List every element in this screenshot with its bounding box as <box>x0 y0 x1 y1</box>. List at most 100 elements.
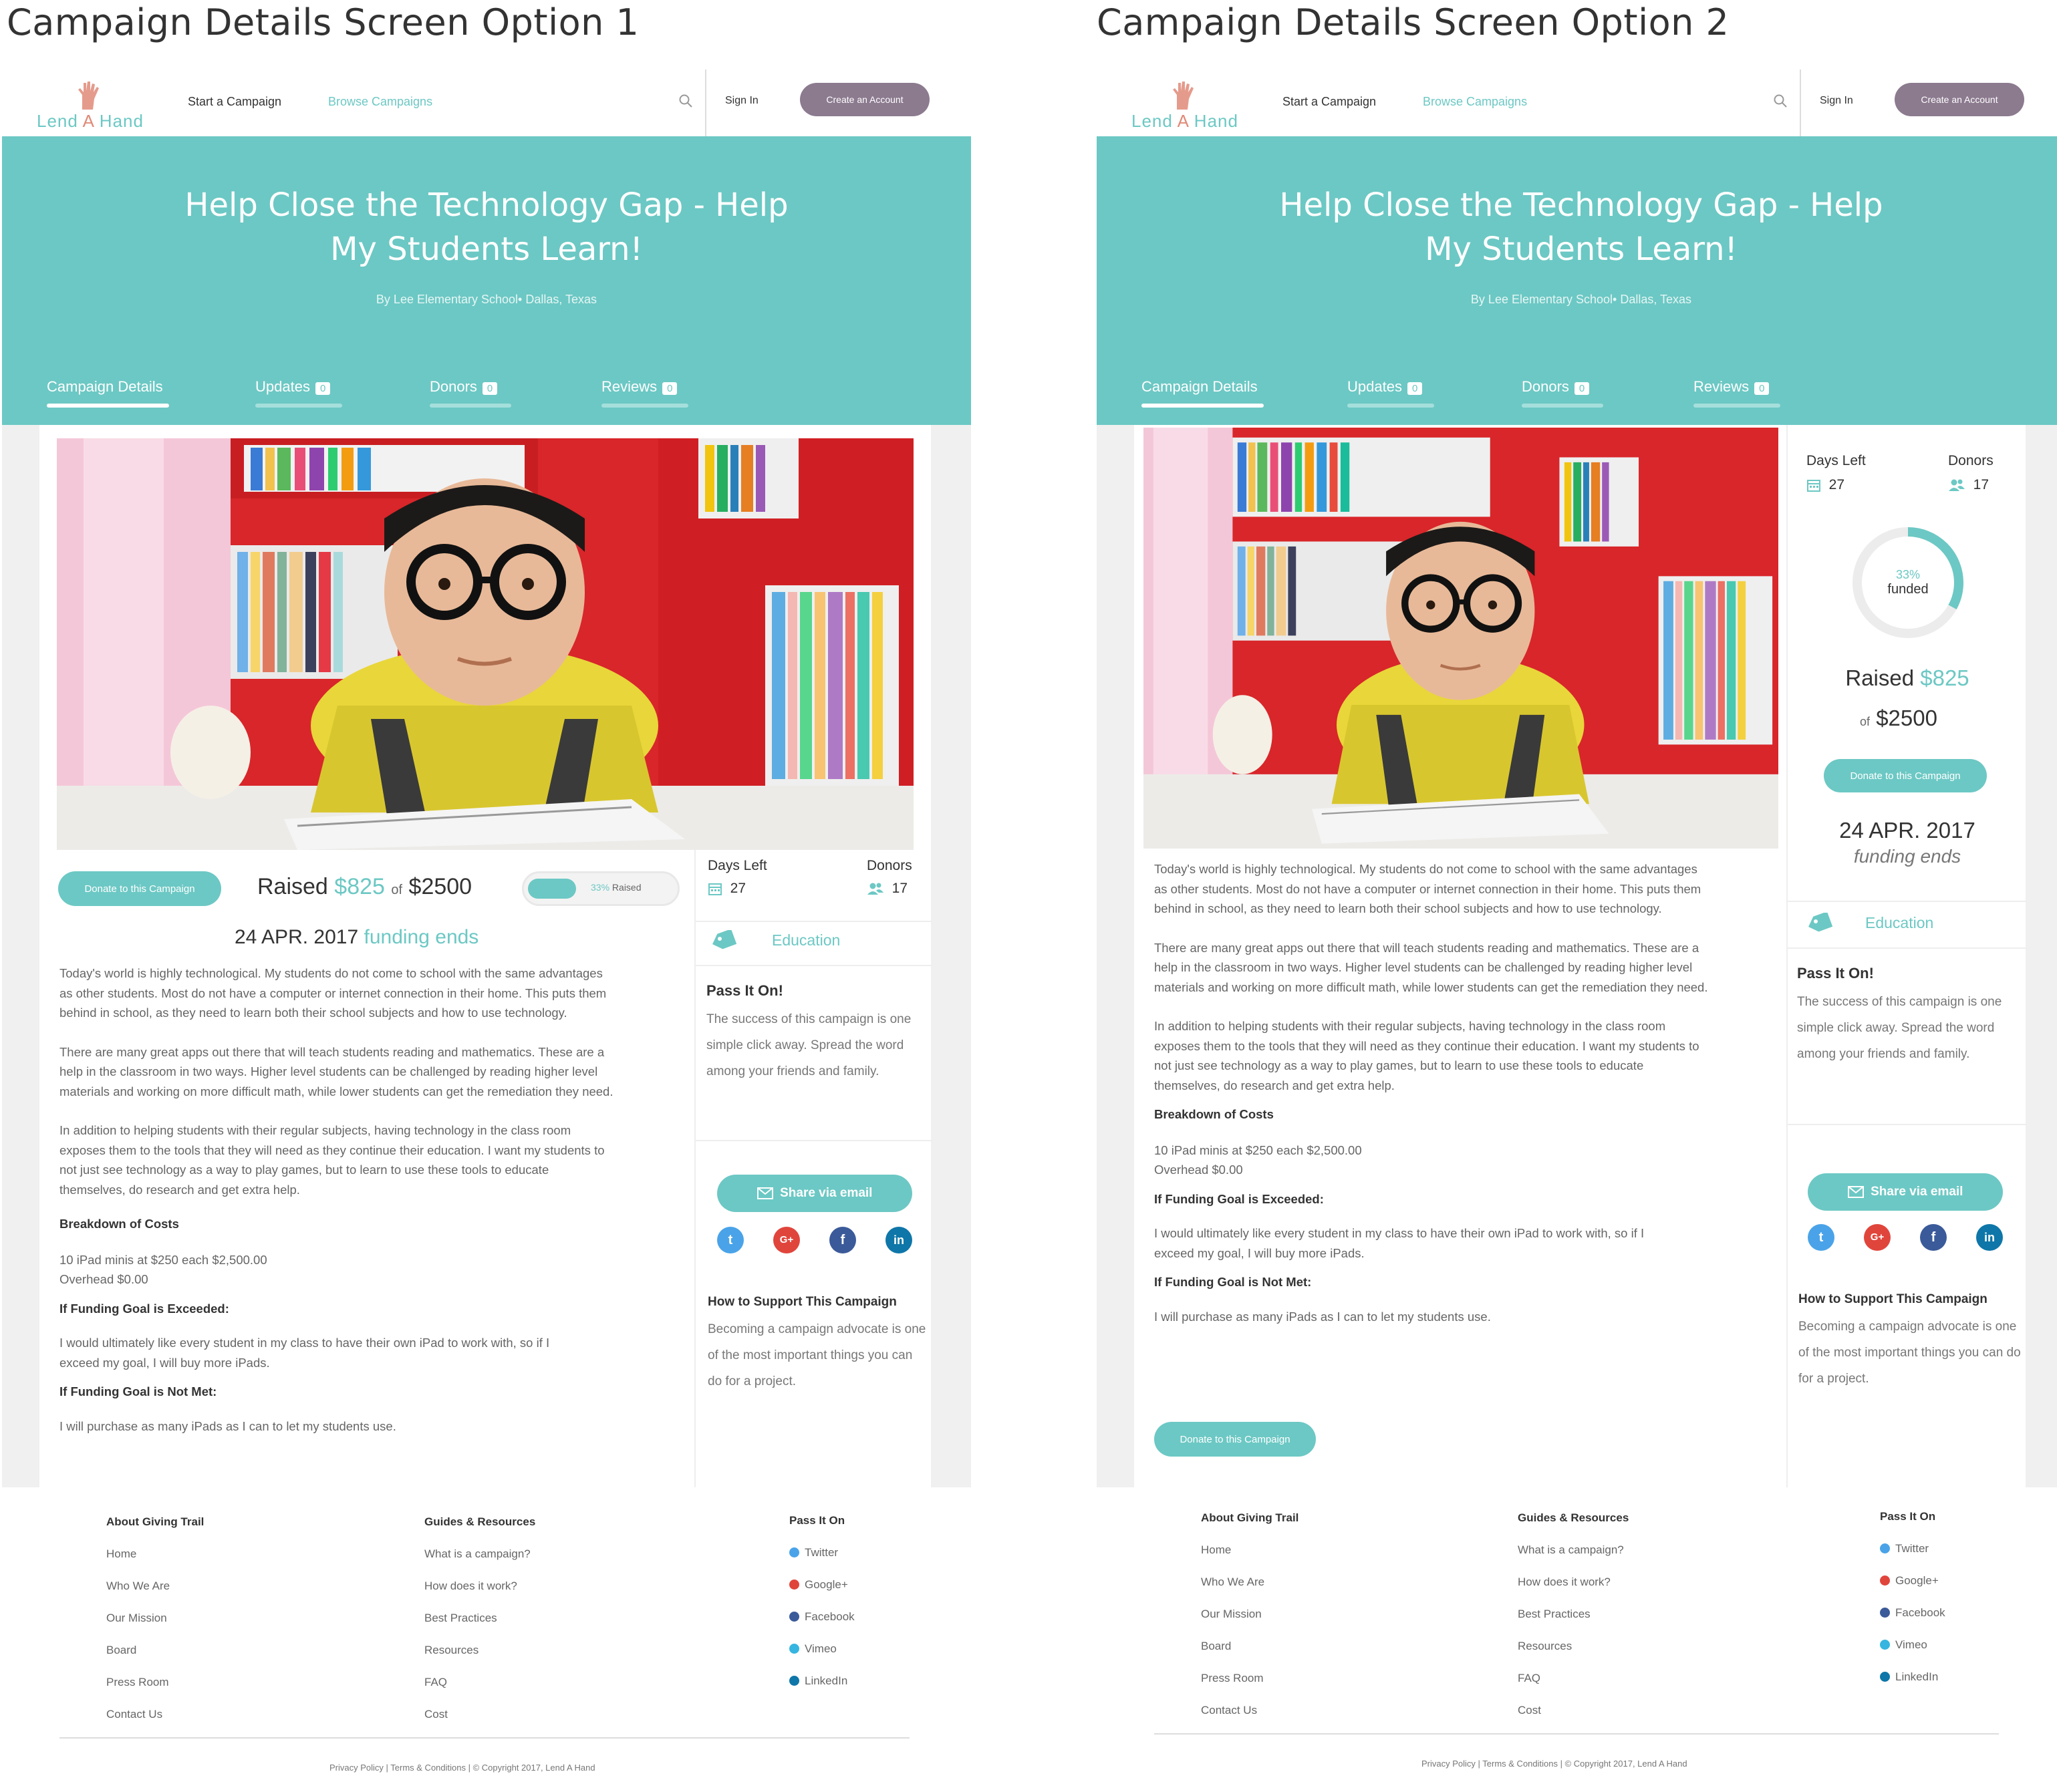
tab-count-badge: 0 <box>315 382 331 395</box>
footer-link[interactable]: FAQ <box>424 1676 535 1689</box>
donate-button[interactable]: Donate to this Campaign <box>58 871 221 906</box>
footer-link[interactable]: Home <box>1201 1543 1298 1557</box>
footer-link[interactable]: Best Practices <box>1518 1608 1629 1621</box>
footer-social-link[interactable]: LinkedIn <box>1880 1670 1945 1684</box>
share-email-button[interactable]: Share via email <box>1808 1173 2003 1211</box>
tab-updates[interactable]: Updates 0 <box>1347 378 1423 401</box>
footer-link[interactable]: Contact Us <box>1201 1704 1298 1717</box>
logo-text-hand: Hand <box>1194 111 1238 131</box>
envelope-icon <box>757 1187 773 1199</box>
tab-updates[interactable]: Updates 0 <box>255 378 331 401</box>
footer-link[interactable]: Who We Are <box>106 1580 204 1593</box>
footer-link[interactable]: What is a campaign? <box>1518 1543 1629 1557</box>
donate-button-bottom[interactable]: Donate to this Campaign <box>1154 1422 1316 1457</box>
footer-link[interactable]: Resources <box>424 1644 535 1657</box>
campaign-byline: By Lee Elementary School• Dallas, Texas <box>1470 293 1692 306</box>
site-header: Lend A Hand Start a Campaign Browse Camp… <box>1097 64 2057 136</box>
tab-reviews[interactable]: Reviews 0 <box>1693 378 1770 401</box>
footer-link[interactable]: Best Practices <box>424 1612 535 1625</box>
funded-percent: 33% <box>1895 568 1921 581</box>
twitter-icon[interactable]: t <box>717 1227 744 1253</box>
footer-link[interactable]: Home <box>106 1547 204 1561</box>
footer-social-link[interactable]: Facebook <box>789 1610 855 1624</box>
footer-link[interactable]: What is a campaign? <box>424 1547 535 1561</box>
legal-links[interactable]: Privacy Policy | Terms & Conditions | © … <box>329 1763 595 1773</box>
logo-text-a: A <box>82 111 94 131</box>
facebook-icon[interactable]: f <box>829 1227 856 1253</box>
footer-social-link[interactable]: LinkedIn <box>789 1674 855 1688</box>
tab-reviews[interactable]: Reviews 0 <box>601 378 678 401</box>
twitter-icon <box>789 1547 799 1557</box>
sign-in-link[interactable]: Sign In <box>1820 95 1853 107</box>
sign-in-link[interactable]: Sign In <box>725 95 759 107</box>
search-icon[interactable] <box>1773 94 1788 108</box>
tab-campaign-details[interactable]: Campaign Details <box>47 378 163 401</box>
linkedin-icon <box>1880 1672 1890 1682</box>
footer-link[interactable]: Board <box>106 1644 204 1657</box>
vimeo-icon <box>789 1644 799 1654</box>
footer-link[interactable]: How does it work? <box>424 1580 535 1593</box>
tab-count-badge: 0 <box>662 382 678 395</box>
donate-button[interactable]: Donate to this Campaign <box>1824 759 1987 792</box>
footer-social-link[interactable]: Twitter <box>1880 1542 1945 1555</box>
logo[interactable]: Lend A Hand <box>37 80 150 131</box>
footer-social-link[interactable]: Vimeo <box>789 1642 855 1656</box>
create-account-button[interactable]: Create an Account <box>1895 83 2024 116</box>
footer-link[interactable]: Press Room <box>106 1676 204 1689</box>
linkedin-icon[interactable]: in <box>885 1227 912 1253</box>
footer-social-link[interactable]: Google+ <box>1880 1574 1945 1588</box>
donors-label: Donors <box>1948 453 1994 468</box>
tab-campaign-details[interactable]: Campaign Details <box>1141 378 1258 401</box>
logo-text-hand: Hand <box>99 111 144 131</box>
category-label[interactable]: Education <box>772 931 840 949</box>
footer-link[interactable]: Contact Us <box>106 1708 204 1721</box>
header-divider <box>1800 69 1801 136</box>
tab-donors[interactable]: Donors 0 <box>1522 378 1590 401</box>
footer-social-link[interactable]: Google+ <box>789 1578 855 1592</box>
tab-donors[interactable]: Donors 0 <box>430 378 498 401</box>
footer-link[interactable]: Who We Are <box>1201 1576 1298 1589</box>
progress-bar: 33% Raised <box>522 871 680 906</box>
linkedin-icon[interactable]: in <box>1976 1224 2003 1251</box>
option-1-title: Campaign Details Screen Option 1 <box>7 1 640 43</box>
footer-guides: Guides & Resources What is a campaign? H… <box>1518 1511 1629 1717</box>
footer-link[interactable]: Our Mission <box>1201 1608 1298 1621</box>
create-account-button[interactable]: Create an Account <box>800 83 930 116</box>
how-to-support-text: Becoming a campaign advocate is one of t… <box>1798 1320 2021 1386</box>
footer-link[interactable]: Our Mission <box>106 1612 204 1625</box>
google-plus-icon[interactable]: G+ <box>1864 1224 1891 1251</box>
facebook-icon[interactable]: f <box>1920 1224 1947 1251</box>
footer-link[interactable]: Board <box>1201 1640 1298 1653</box>
footer-link[interactable]: How does it work? <box>1518 1576 1629 1589</box>
donors-label: Donors <box>867 858 912 873</box>
footer-link[interactable]: Press Room <box>1201 1672 1298 1685</box>
footer-divider <box>1154 1733 1999 1735</box>
nav-start-campaign[interactable]: Start a Campaign <box>1282 95 1376 109</box>
logo[interactable]: Lend A Hand <box>1131 80 1245 131</box>
search-icon[interactable] <box>678 94 693 108</box>
hero-banner: Help Close the Technology Gap - Help My … <box>1097 136 2057 425</box>
footer-social-link[interactable]: Twitter <box>789 1546 855 1559</box>
header-divider <box>705 69 706 136</box>
footer-social-link[interactable]: Vimeo <box>1880 1638 1945 1652</box>
legal-links[interactable]: Privacy Policy | Terms & Conditions | © … <box>1421 1759 1687 1769</box>
footer-link[interactable]: Cost <box>1518 1704 1629 1717</box>
google-plus-icon <box>1880 1576 1890 1586</box>
twitter-icon[interactable]: t <box>1808 1224 1834 1251</box>
footer-link[interactable]: Cost <box>424 1708 535 1721</box>
nav-browse-campaigns[interactable]: Browse Campaigns <box>1423 95 1527 109</box>
footer-about: About Giving Trail Home Who We Are Our M… <box>1201 1511 1299 1717</box>
category-label[interactable]: Education <box>1865 914 1933 932</box>
share-email-button[interactable]: Share via email <box>717 1175 912 1212</box>
pass-it-on-text: The success of this campaign is one simp… <box>706 1012 912 1078</box>
footer-social-link[interactable]: Facebook <box>1880 1606 1945 1620</box>
google-plus-icon[interactable]: G+ <box>773 1227 800 1253</box>
footer-link[interactable]: FAQ <box>1518 1672 1629 1685</box>
users-icon <box>867 883 883 895</box>
campaign-sidebar: Days Left 27 Donors 17 33% funded Raised… <box>1786 425 2027 1487</box>
footer-link[interactable]: Resources <box>1518 1640 1629 1653</box>
nav-browse-campaigns[interactable]: Browse Campaigns <box>328 95 432 109</box>
calendar-icon <box>1807 480 1820 492</box>
nav-start-campaign[interactable]: Start a Campaign <box>188 95 281 109</box>
calendar-icon <box>708 883 722 896</box>
